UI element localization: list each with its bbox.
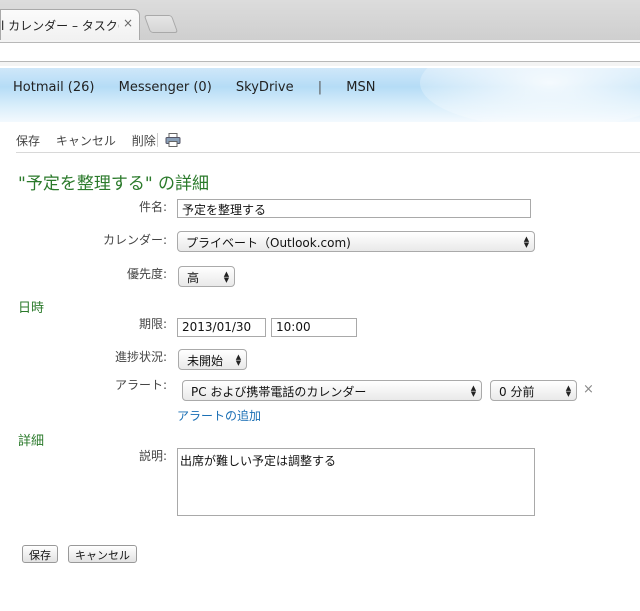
calendar-select-value: プライベート（Outlook.com) <box>186 236 351 250</box>
toolbar-delete-button[interactable]: 削除 <box>132 134 156 148</box>
browser-tab-strip: l カレンダー – タスク( × <box>0 0 640 41</box>
alert-target-value: PC および携帯電話のカレンダー <box>191 385 367 399</box>
datetime-section-heading: 日時 <box>18 301 45 316</box>
calendar-select[interactable]: プライベート（Outlook.com) ▲ ▼ <box>177 231 535 252</box>
toolbar-divider <box>157 133 158 147</box>
priority-select-value: 高 <box>187 271 200 285</box>
nav-separator: | <box>317 80 323 95</box>
updown-arrow-icon: ▲ ▼ <box>235 353 242 367</box>
due-label: 期限: <box>138 317 167 331</box>
updown-arrow-icon: ▲ ▼ <box>223 270 230 284</box>
description-label: 説明: <box>138 449 167 463</box>
subject-label: 件名: <box>138 200 167 214</box>
address-input[interactable] <box>0 42 640 62</box>
calendar-label: カレンダー: <box>102 233 167 247</box>
updown-arrow-icon: ▲ ▼ <box>470 384 477 398</box>
tab-title: l カレンダー – タスク( <box>1 19 119 33</box>
due-date-input[interactable]: 2013/01/30 <box>177 318 266 337</box>
printer-icon[interactable] <box>165 133 181 147</box>
new-tab-button[interactable] <box>143 15 179 33</box>
command-bar: 保存 キャンセル 削除 <box>16 132 168 149</box>
alert-offset-value: 0 分前 <box>499 385 535 399</box>
address-bar-area <box>0 40 640 66</box>
alert-target-select[interactable]: PC および携帯電話のカレンダー ▲ ▼ <box>182 380 482 401</box>
add-alert-link[interactable]: アラートの追加 <box>177 407 261 424</box>
toolbar-cancel-button[interactable]: キャンセル <box>56 134 116 148</box>
toolbar-divider-line <box>16 152 640 153</box>
nav-hotmail[interactable]: Hotmail (26) <box>13 80 95 95</box>
subject-input[interactable]: 予定を整理する <box>177 199 531 218</box>
due-time-input[interactable]: 10:00 <box>271 318 357 337</box>
updown-arrow-icon: ▲ ▼ <box>565 384 572 398</box>
updown-arrow-icon: ▲ ▼ <box>523 235 530 249</box>
app-header: Hotmail (26) Messenger (0) SkyDrive | MS… <box>0 68 640 122</box>
cancel-button[interactable]: キャンセル <box>68 545 137 563</box>
browser-tab[interactable]: l カレンダー – タスク( × <box>0 9 140 40</box>
nav-messenger[interactable]: Messenger (0) <box>119 80 212 95</box>
save-button[interactable]: 保存 <box>22 545 58 563</box>
remove-alert-icon[interactable]: × <box>583 382 594 397</box>
page-title: "予定を整理する" の詳細 <box>18 174 210 194</box>
tab-close-icon[interactable]: × <box>123 16 133 30</box>
priority-label: 優先度: <box>126 267 167 281</box>
alert-offset-select[interactable]: 0 分前 ▲ ▼ <box>490 380 577 401</box>
toolbar-save-button[interactable]: 保存 <box>16 134 40 148</box>
alert-label: アラート: <box>114 378 167 392</box>
nav-skydrive[interactable]: SkyDrive <box>236 80 294 95</box>
description-textarea[interactable]: 出席が難しい予定は調整する <box>177 448 535 516</box>
status-select-value: 未開始 <box>187 354 224 368</box>
header-nav: Hotmail (26) Messenger (0) SkyDrive | MS… <box>13 80 395 95</box>
priority-select[interactable]: 高 ▲ ▼ <box>178 266 235 287</box>
nav-msn[interactable]: MSN <box>346 80 375 95</box>
status-select[interactable]: 未開始 ▲ ▼ <box>178 349 247 370</box>
status-label: 進捗状況: <box>114 350 167 364</box>
